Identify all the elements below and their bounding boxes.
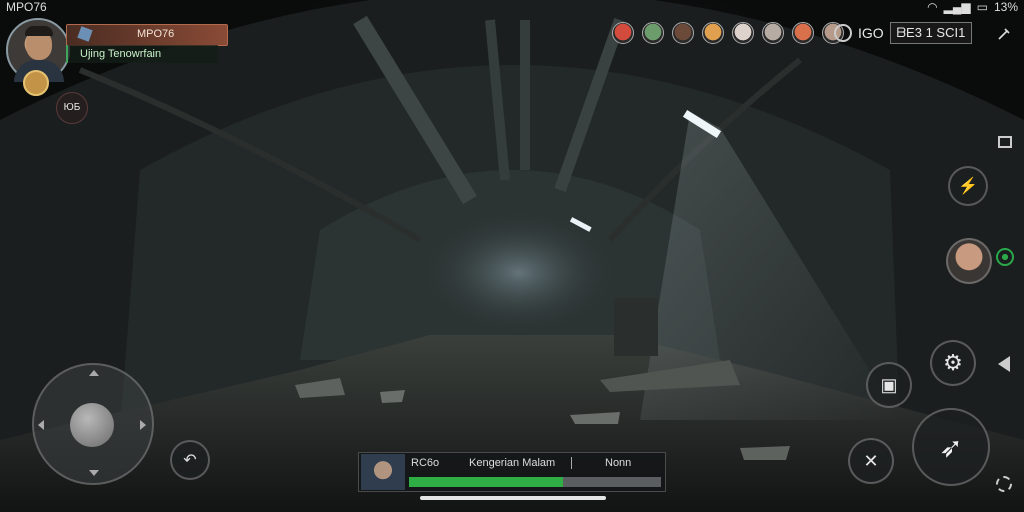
game-screen: MPO76 ◠ ▂▄▆ ▭ 13% MPO76 Ujing Tenowrfain… bbox=[0, 0, 1024, 512]
avatar-hair bbox=[25, 26, 53, 36]
top-right-hud: IGO ᗷE3 1 SCI1 bbox=[834, 22, 973, 44]
signal-icon: ▂▄▆ bbox=[943, 0, 971, 14]
arrow-left-icon bbox=[38, 420, 44, 430]
teammate-avatar[interactable] bbox=[642, 22, 664, 44]
player-name-plate: MPO76 bbox=[66, 24, 228, 46]
objective-value: Nonn bbox=[605, 457, 632, 469]
rubble bbox=[380, 390, 405, 403]
rank-badge-icon bbox=[23, 70, 49, 96]
teammate-avatar[interactable] bbox=[612, 22, 634, 44]
knife-icon: ✕ bbox=[863, 450, 879, 471]
battery-text: 13% bbox=[993, 0, 1018, 14]
player-subtitle-plate: Ujing Tenowrfain bbox=[66, 45, 218, 63]
status-left-text: MPO76 bbox=[6, 0, 47, 14]
lightning-icon: ⚡ bbox=[958, 178, 978, 195]
back-icon[interactable] bbox=[998, 356, 1010, 372]
timer-icon bbox=[834, 24, 852, 42]
movement-joystick[interactable] bbox=[32, 363, 154, 485]
pin-icon[interactable] bbox=[996, 26, 1012, 42]
crouch-icon: ↶ bbox=[183, 452, 197, 469]
barrel bbox=[614, 298, 658, 356]
camera-button[interactable]: ▣ bbox=[866, 362, 912, 408]
rocket-icon: ➶ bbox=[939, 431, 963, 463]
objective-tag: RC6o bbox=[411, 457, 440, 469]
battery-icon: ▭ bbox=[976, 0, 988, 14]
team-roster bbox=[612, 22, 844, 44]
fire-button[interactable]: ➶ bbox=[912, 408, 990, 486]
objective-separator bbox=[571, 457, 572, 469]
left-mini-button[interactable]: ЮБ bbox=[56, 92, 88, 124]
objective-avatar bbox=[361, 454, 405, 490]
teammate-avatar[interactable] bbox=[732, 22, 754, 44]
objective-title: Kengerian Malam bbox=[469, 457, 556, 469]
objective-progress-track bbox=[409, 477, 661, 487]
system-nav-bar bbox=[990, 120, 1024, 500]
gear-icon: ⚙ bbox=[943, 350, 963, 375]
rubble bbox=[740, 446, 790, 460]
teammate-avatar[interactable] bbox=[702, 22, 724, 44]
ally-portrait-button[interactable] bbox=[946, 238, 992, 284]
crouch-button[interactable]: ↶ bbox=[170, 440, 210, 480]
objective-progress-fill bbox=[409, 477, 563, 487]
camera-icon: ▣ bbox=[880, 374, 898, 395]
status-bar: MPO76 ◠ ▂▄▆ ▭ 13% bbox=[0, 0, 1024, 14]
settings-gear-button[interactable]: ⚙ bbox=[930, 340, 976, 386]
left-mini-button-label: ЮБ bbox=[63, 102, 81, 113]
home-indicator[interactable] bbox=[420, 496, 606, 500]
recent-apps-icon[interactable] bbox=[998, 136, 1012, 148]
arrow-down-icon bbox=[89, 470, 99, 476]
counter-text: IGO bbox=[858, 25, 884, 41]
flag-icon bbox=[77, 26, 93, 42]
wifi-icon: ◠ bbox=[927, 0, 938, 14]
teammate-avatar[interactable] bbox=[792, 22, 814, 44]
arrow-up-icon bbox=[89, 370, 99, 376]
arrow-right-icon bbox=[140, 420, 146, 430]
joystick-thumb[interactable] bbox=[70, 403, 114, 447]
score-box: ᗷE3 1 SCI1 bbox=[889, 22, 973, 44]
tunnel-scene bbox=[0, 0, 1024, 512]
home-icon[interactable] bbox=[996, 248, 1014, 266]
skill-button-top[interactable]: ⚡ bbox=[948, 166, 988, 206]
teammate-avatar[interactable] bbox=[672, 22, 694, 44]
melee-button[interactable]: ✕ bbox=[848, 438, 894, 484]
teammate-avatar[interactable] bbox=[762, 22, 784, 44]
settings-icon[interactable] bbox=[996, 476, 1012, 492]
objective-panel: RC6o Kengerian Malam Nonn bbox=[358, 452, 666, 492]
player-subtitle: Ujing Tenowrfain bbox=[80, 48, 162, 60]
player-name: MPO76 bbox=[137, 28, 175, 40]
status-icons: ◠ ▂▄▆ ▭ 13% bbox=[927, 0, 1018, 14]
